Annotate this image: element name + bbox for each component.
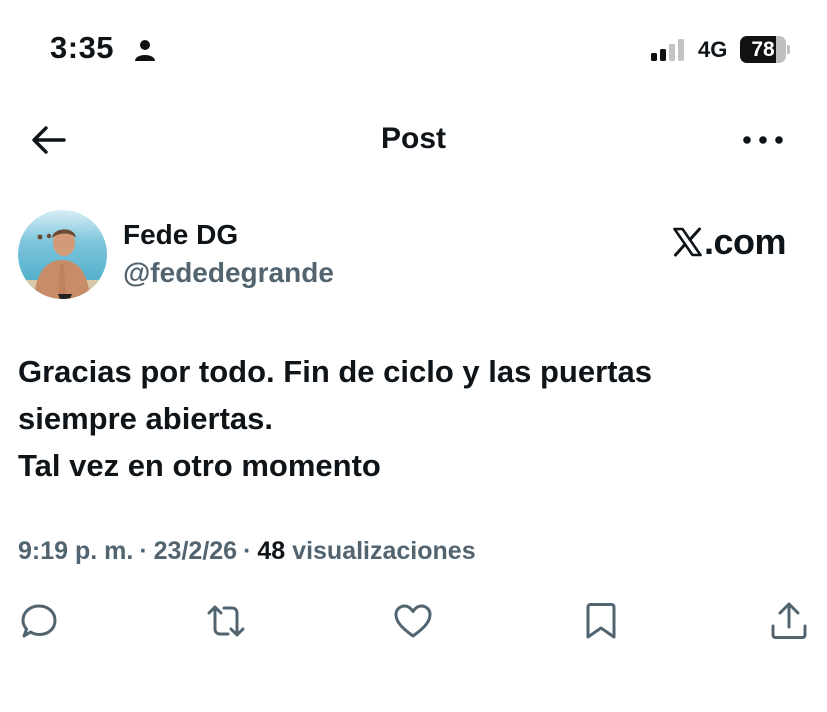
screen: 3:35 4G 78 Post Fede DG @fededegrande .c…	[0, 0, 827, 712]
post-meta: 9:19 p. m. · 23/2/26 · 48 visualizaciones	[18, 537, 476, 566]
post-time[interactable]: 9:19 p. m.	[18, 537, 133, 565]
like-icon	[394, 604, 432, 638]
repost-button[interactable]	[205, 600, 247, 642]
more-button[interactable]	[740, 126, 786, 154]
post-line: Gracias por todo. Fin de ciclo y las pue…	[18, 354, 652, 389]
network-label: 4G	[698, 37, 728, 62]
meta-separator: ·	[139, 537, 148, 565]
bookmark-button[interactable]	[580, 600, 622, 642]
battery-level: 78	[751, 38, 775, 61]
avatar[interactable]	[18, 210, 107, 299]
repost-icon	[207, 605, 245, 637]
post-line: siempre abiertas.	[18, 401, 274, 436]
x-logo-icon	[673, 227, 702, 257]
battery-icon: 78	[740, 36, 790, 63]
views-label[interactable]: visualizaciones	[292, 537, 475, 565]
post-date[interactable]: 23/2/26	[154, 537, 237, 565]
reply-button[interactable]	[18, 600, 60, 642]
views-count: 48	[257, 537, 286, 565]
author-handle[interactable]: @fededegrande	[123, 257, 334, 289]
person-icon	[135, 40, 155, 61]
status-time: 3:35	[50, 30, 115, 65]
watermark-text: .com	[704, 221, 787, 262]
share-button[interactable]	[768, 600, 810, 642]
meta-separator: ·	[243, 537, 252, 565]
site-watermark: .com	[672, 221, 787, 262]
avatar-photo	[18, 210, 107, 299]
reply-icon	[21, 604, 57, 638]
share-icon	[771, 602, 807, 639]
author-name[interactable]: Fede DG	[123, 219, 238, 251]
signal-icon	[651, 39, 684, 61]
post-line: Tal vez en otro momento	[18, 448, 381, 483]
post-text: Gracias por todo. Fin de ciclo y las pue…	[18, 348, 808, 489]
page-title: Post	[380, 122, 446, 155]
more-horizontal-icon	[743, 136, 783, 144]
like-button[interactable]	[392, 600, 434, 642]
bookmark-icon	[586, 603, 616, 639]
